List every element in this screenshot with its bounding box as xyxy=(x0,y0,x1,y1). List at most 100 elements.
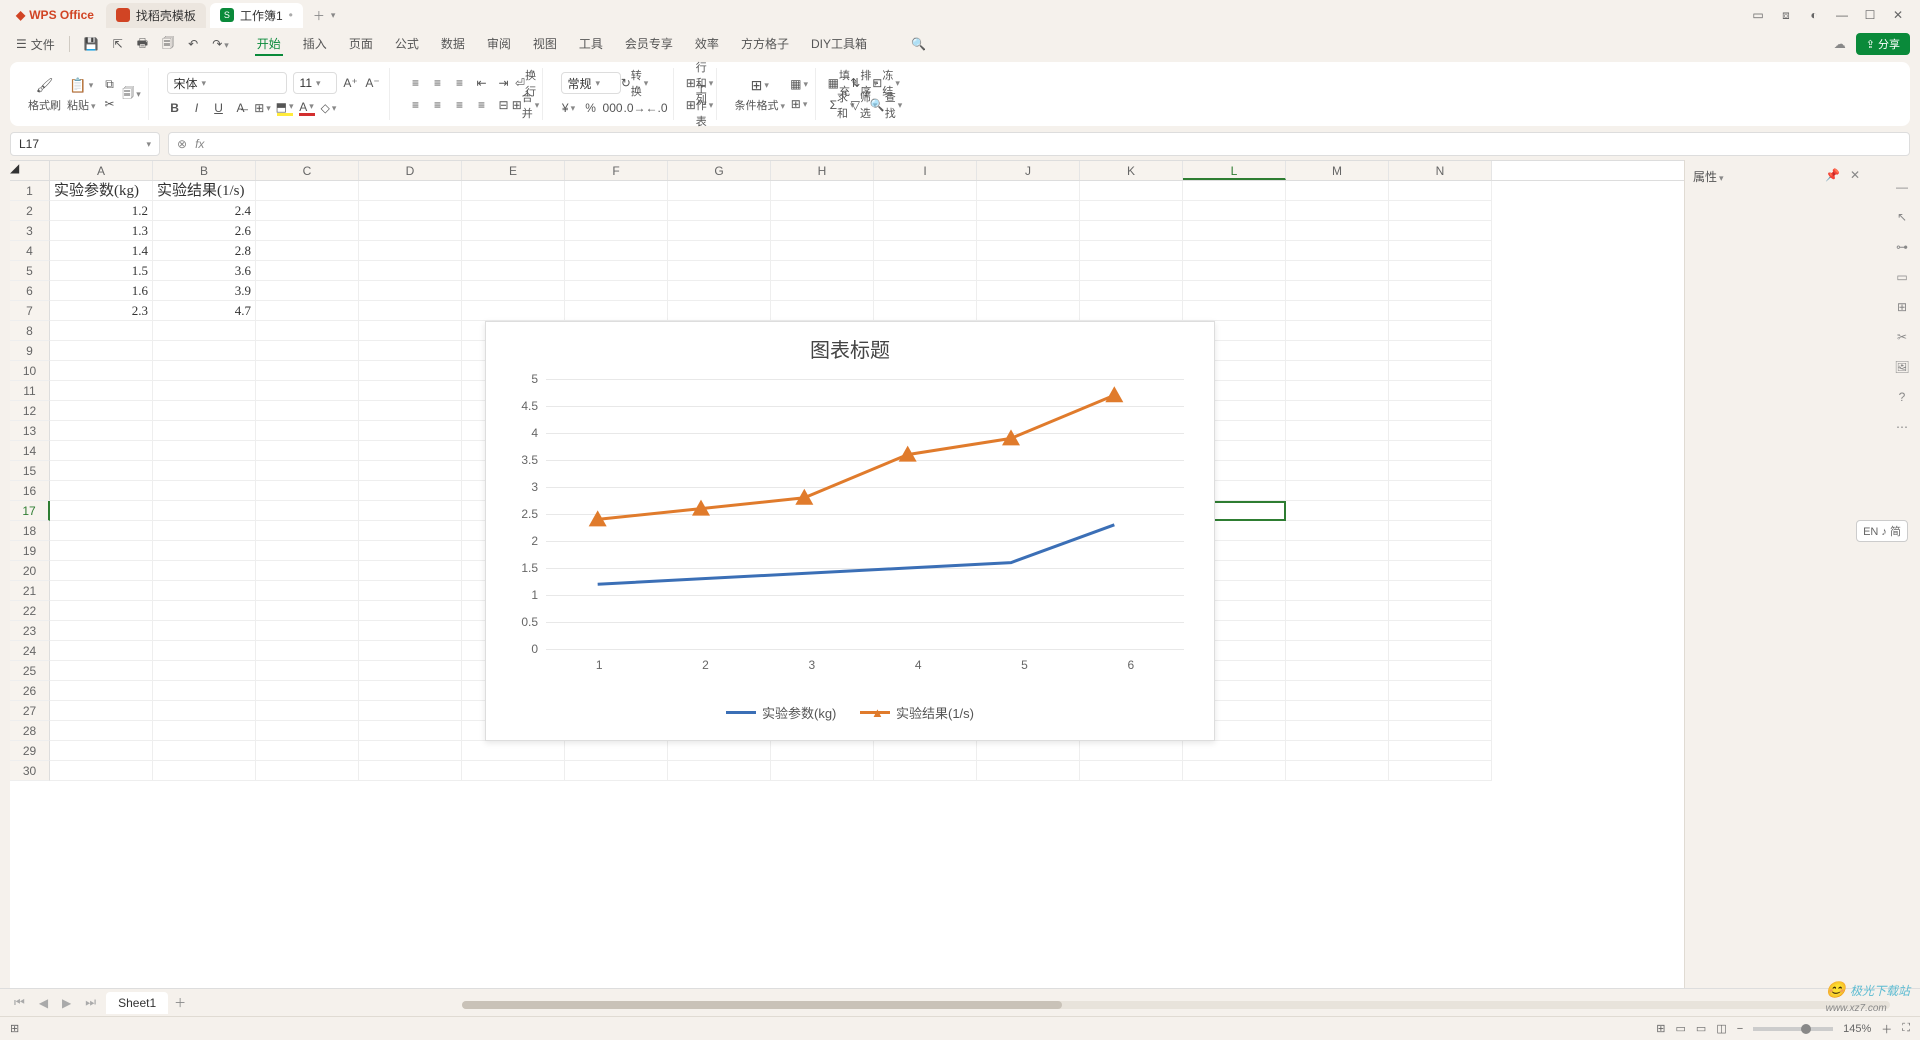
view-focus-icon[interactable]: ◫ xyxy=(1716,1022,1726,1035)
cell[interactable] xyxy=(977,241,1080,261)
cell[interactable] xyxy=(153,661,256,681)
cell[interactable] xyxy=(50,341,153,361)
cell[interactable] xyxy=(256,301,359,321)
cell[interactable] xyxy=(50,561,153,581)
cell[interactable] xyxy=(977,761,1080,781)
cell[interactable] xyxy=(1389,381,1492,401)
legend-item-1[interactable]: 实验参数(kg) xyxy=(726,703,836,722)
cell[interactable] xyxy=(1389,181,1492,201)
find-button[interactable]: 🔍 查找 xyxy=(878,97,894,113)
cell[interactable] xyxy=(256,181,359,201)
cell[interactable]: 4.7 xyxy=(153,301,256,321)
cell[interactable] xyxy=(1389,681,1492,701)
cell[interactable] xyxy=(153,621,256,641)
cell[interactable] xyxy=(256,541,359,561)
indent-decrease-icon[interactable]: ⇤ xyxy=(474,75,490,91)
cell[interactable] xyxy=(359,701,462,721)
col-header[interactable]: M xyxy=(1286,161,1389,180)
cell[interactable] xyxy=(874,181,977,201)
cell[interactable] xyxy=(1286,701,1389,721)
cell[interactable] xyxy=(771,241,874,261)
cell[interactable] xyxy=(1080,261,1183,281)
cell[interactable] xyxy=(256,661,359,681)
cell[interactable] xyxy=(1080,741,1183,761)
cell[interactable] xyxy=(1286,721,1389,741)
cell[interactable] xyxy=(1286,481,1389,501)
cell[interactable] xyxy=(1183,181,1286,201)
row-header[interactable]: 20 xyxy=(10,561,50,581)
cell[interactable] xyxy=(462,741,565,761)
col-header[interactable]: K xyxy=(1080,161,1183,180)
cell[interactable] xyxy=(1286,421,1389,441)
cell[interactable] xyxy=(565,261,668,281)
cell[interactable] xyxy=(1389,261,1492,281)
cell[interactable] xyxy=(977,221,1080,241)
sheet-nav-prev-icon[interactable]: ◀ xyxy=(35,996,52,1010)
cell[interactable] xyxy=(359,221,462,241)
cell[interactable] xyxy=(153,561,256,581)
cell[interactable] xyxy=(50,681,153,701)
cell[interactable] xyxy=(771,761,874,781)
embedded-chart[interactable]: 图表标题 00.511.522.533.544.55 123456 实验参数(k… xyxy=(485,321,1215,741)
cell[interactable] xyxy=(359,301,462,321)
cell[interactable] xyxy=(1389,321,1492,341)
view-reading-icon[interactable]: ▭ xyxy=(1696,1022,1706,1035)
tab-workbook[interactable]: S 工作簿1 • xyxy=(210,3,303,28)
cell[interactable]: 实验参数(kg) xyxy=(50,181,153,201)
cell[interactable] xyxy=(50,741,153,761)
cell[interactable] xyxy=(50,321,153,341)
maximize-icon[interactable]: ☐ xyxy=(1856,8,1884,22)
cell[interactable] xyxy=(565,761,668,781)
cell[interactable] xyxy=(153,521,256,541)
tab-insert[interactable]: 插入 xyxy=(301,33,329,56)
percent-icon[interactable]: % xyxy=(583,100,599,116)
cell[interactable] xyxy=(1183,761,1286,781)
pin-icon[interactable]: 📌 xyxy=(1825,168,1840,182)
cell[interactable] xyxy=(1286,381,1389,401)
cell[interactable] xyxy=(565,741,668,761)
cell[interactable] xyxy=(874,201,977,221)
worksheet-button[interactable]: ⊞ 工作表 xyxy=(692,97,708,113)
number-format-select[interactable]: 常规▾ xyxy=(561,72,621,94)
cell[interactable] xyxy=(977,281,1080,301)
font-color-icon[interactable]: A xyxy=(299,100,315,116)
cell[interactable] xyxy=(1389,641,1492,661)
table-style-icon[interactable]: ⊞ xyxy=(791,96,807,112)
cell[interactable] xyxy=(359,261,462,281)
cell[interactable] xyxy=(359,721,462,741)
cell[interactable] xyxy=(256,761,359,781)
row-header[interactable]: 12 xyxy=(10,401,50,421)
cell[interactable] xyxy=(153,641,256,661)
cell[interactable] xyxy=(50,361,153,381)
cell[interactable] xyxy=(771,741,874,761)
cell[interactable] xyxy=(771,221,874,241)
cell[interactable] xyxy=(668,761,771,781)
cell[interactable] xyxy=(1286,341,1389,361)
cell[interactable] xyxy=(153,461,256,481)
cut-icon[interactable]: ✂ xyxy=(102,96,118,112)
decimal-inc-icon[interactable]: .0→ xyxy=(627,100,643,116)
cell[interactable] xyxy=(874,301,977,321)
row-header[interactable]: 17 xyxy=(10,501,50,521)
cell[interactable] xyxy=(50,481,153,501)
cell[interactable] xyxy=(874,741,977,761)
cell[interactable] xyxy=(1286,641,1389,661)
cell[interactable] xyxy=(359,561,462,581)
cell[interactable] xyxy=(565,221,668,241)
col-header[interactable]: N xyxy=(1389,161,1492,180)
format-painter-button[interactable]: 🖌格式刷 xyxy=(28,75,61,113)
cell[interactable] xyxy=(565,241,668,261)
cell[interactable] xyxy=(668,201,771,221)
col-header[interactable]: E xyxy=(462,161,565,180)
cell[interactable] xyxy=(977,301,1080,321)
cell[interactable] xyxy=(1389,521,1492,541)
cancel-fx-icon[interactable]: ⊗ xyxy=(177,137,187,151)
cell[interactable] xyxy=(153,341,256,361)
cell[interactable] xyxy=(1080,221,1183,241)
cell[interactable] xyxy=(1286,581,1389,601)
cell[interactable] xyxy=(359,601,462,621)
cell[interactable] xyxy=(359,281,462,301)
cell[interactable] xyxy=(359,581,462,601)
cell[interactable]: 1.2 xyxy=(50,201,153,221)
cell[interactable] xyxy=(256,641,359,661)
